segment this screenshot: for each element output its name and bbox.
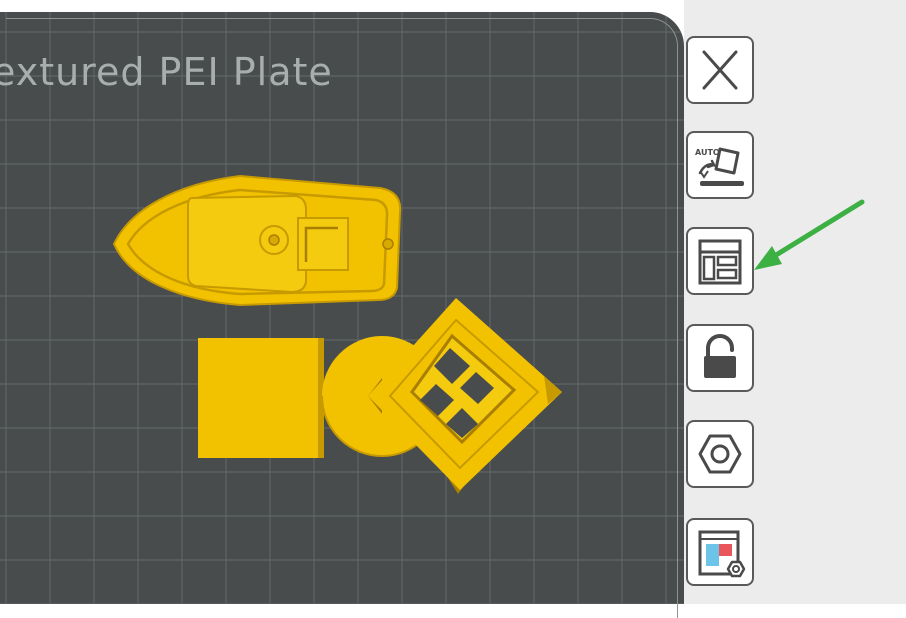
plate-settings-icon <box>698 530 746 578</box>
hex-nut-icon <box>698 434 742 474</box>
close-icon <box>702 50 738 90</box>
auto-badge: AUTO <box>695 148 720 157</box>
lock-button[interactable] <box>686 324 754 392</box>
close-button[interactable] <box>686 36 754 104</box>
hex-nut-button[interactable] <box>686 420 754 488</box>
annotation-arrow <box>754 199 865 270</box>
cube-top[interactable] <box>198 338 318 458</box>
models-layer <box>112 174 562 494</box>
lock-icon <box>704 334 736 378</box>
auto-orient-button[interactable]: AUTO <box>686 131 754 199</box>
auto-orient-icon: AUTO <box>695 147 744 186</box>
model-frame[interactable] <box>368 298 562 494</box>
boat-chimney-hole <box>268 234 280 246</box>
plate-settings-button[interactable] <box>686 518 754 586</box>
model-boat[interactable] <box>112 174 402 307</box>
model-cube[interactable] <box>198 338 324 458</box>
boat-bow-hole <box>382 238 394 250</box>
